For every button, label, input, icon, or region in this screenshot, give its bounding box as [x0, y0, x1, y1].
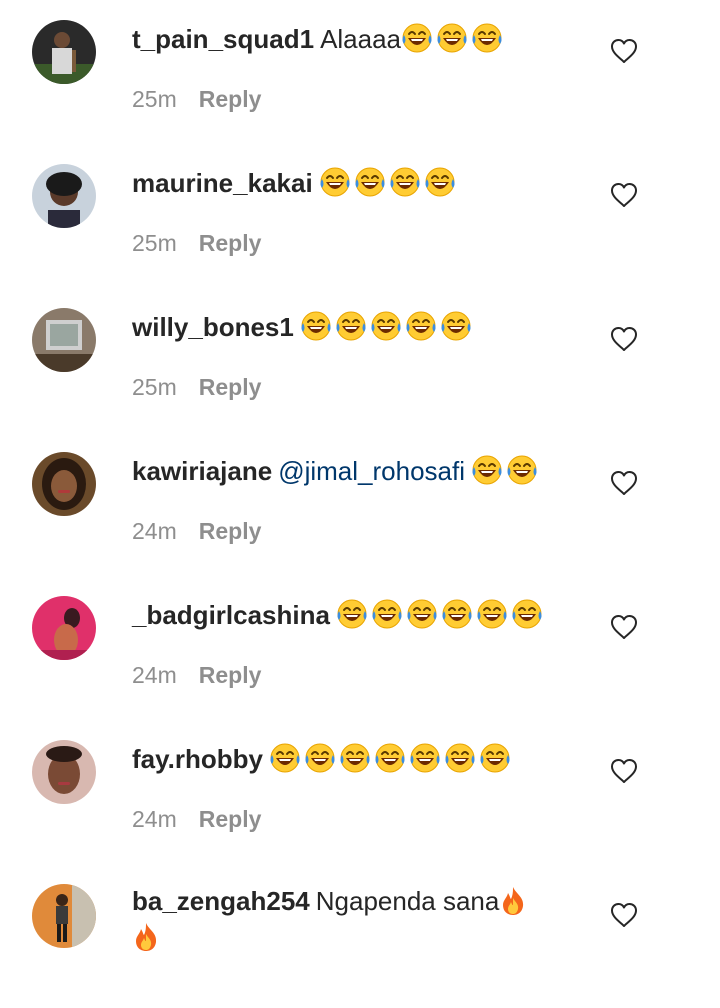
heart-outline-icon[interactable]	[610, 38, 638, 64]
reply-button[interactable]: Reply	[199, 806, 262, 832]
comment-line: maurine_kakai	[132, 166, 590, 199]
laugh-emoji-icon	[339, 742, 371, 774]
comment-meta: 24m Reply	[132, 518, 261, 545]
username[interactable]: ba_zengah254	[132, 886, 310, 916]
username[interactable]: maurine_kakai	[132, 168, 313, 198]
username[interactable]: willy_bones1	[132, 312, 294, 342]
avatar[interactable]	[32, 164, 96, 228]
laugh-emoji-icon	[405, 310, 437, 342]
laugh-emoji-icon	[370, 310, 402, 342]
avatar[interactable]	[32, 452, 96, 516]
reply-button[interactable]: Reply	[199, 662, 262, 688]
comment-line: kawiriajane @jimal_rohosafi	[132, 454, 590, 487]
comment-line-continued	[132, 922, 160, 952]
comment-line: fay.rhobby	[132, 742, 590, 775]
laugh-emoji-icon	[444, 742, 476, 774]
comment-meta: 24m Reply	[132, 806, 261, 833]
laugh-emoji-icon	[389, 166, 421, 198]
fire-emoji-icon	[499, 886, 527, 916]
laugh-emoji-icon	[336, 598, 368, 630]
laugh-emoji-icon	[354, 166, 386, 198]
comment-item: t_pain_squad1 Alaaaa 25m Reply	[0, 0, 720, 144]
timestamp: 25m	[132, 230, 177, 256]
timestamp: 24m	[132, 662, 177, 688]
comment-item: fay.rhobby 24m Reply	[0, 720, 720, 864]
comment-text: Ngapenda sana	[315, 886, 500, 916]
laugh-emoji-icon	[335, 310, 367, 342]
avatar[interactable]	[32, 20, 96, 84]
username[interactable]: kawiriajane	[132, 456, 272, 486]
laugh-emoji-icon	[269, 742, 301, 774]
comment-line: _badgirlcashina	[132, 598, 590, 631]
timestamp: 25m	[132, 86, 177, 112]
heart-outline-icon[interactable]	[610, 614, 638, 640]
comment-item: willy_bones1 25m Reply	[0, 288, 720, 432]
heart-outline-icon[interactable]	[610, 326, 638, 352]
comment-line: ba_zengah254 Ngapenda sana	[132, 886, 590, 917]
laugh-emoji-icon	[479, 742, 511, 774]
reply-button[interactable]: Reply	[199, 518, 262, 544]
reply-button[interactable]: Reply	[199, 86, 262, 112]
laugh-emoji-icon	[440, 310, 472, 342]
heart-outline-icon[interactable]	[610, 902, 638, 928]
comment-item: _badgirlcashina 24m Reply	[0, 576, 720, 720]
comment-meta: 25m Reply	[132, 374, 261, 401]
heart-outline-icon[interactable]	[610, 182, 638, 208]
laugh-emoji-icon	[471, 454, 503, 486]
laugh-emoji-icon	[401, 22, 433, 54]
reply-button[interactable]: Reply	[199, 374, 262, 400]
username[interactable]: t_pain_squad1	[132, 24, 314, 54]
laugh-emoji-icon	[471, 22, 503, 54]
laugh-emoji-icon	[424, 166, 456, 198]
avatar[interactable]	[32, 308, 96, 372]
username[interactable]: fay.rhobby	[132, 744, 263, 774]
laugh-emoji-icon	[374, 742, 406, 774]
timestamp: 24m	[132, 518, 177, 544]
laugh-emoji-icon	[506, 454, 538, 486]
heart-outline-icon[interactable]	[610, 470, 638, 496]
timestamp: 24m	[132, 806, 177, 832]
reply-button[interactable]: Reply	[199, 230, 262, 256]
comment-meta: 25m Reply	[132, 230, 261, 257]
comment-meta: 24m Reply	[132, 662, 261, 689]
comment-meta: 25m Reply	[132, 86, 261, 113]
laugh-emoji-icon	[300, 310, 332, 342]
laugh-emoji-icon	[436, 22, 468, 54]
laugh-emoji-icon	[371, 598, 403, 630]
username[interactable]: _badgirlcashina	[132, 600, 330, 630]
timestamp: 25m	[132, 374, 177, 400]
laugh-emoji-icon	[441, 598, 473, 630]
laugh-emoji-icon	[476, 598, 508, 630]
avatar[interactable]	[32, 884, 96, 948]
comment-item: kawiriajane @jimal_rohosafi 24m Reply	[0, 432, 720, 576]
laugh-emoji-icon	[319, 166, 351, 198]
fire-emoji-icon	[132, 922, 160, 952]
laugh-emoji-icon	[409, 742, 441, 774]
comment-line: willy_bones1	[132, 310, 590, 343]
heart-outline-icon[interactable]	[610, 758, 638, 784]
laugh-emoji-icon	[406, 598, 438, 630]
comment-line: t_pain_squad1 Alaaaa	[132, 22, 590, 55]
avatar[interactable]	[32, 740, 96, 804]
mention-link[interactable]: @jimal_rohosafi	[278, 456, 465, 486]
comment-text: Alaaaa	[320, 24, 402, 54]
avatar[interactable]	[32, 596, 96, 660]
comment-item: maurine_kakai 25m Reply	[0, 144, 720, 288]
laugh-emoji-icon	[304, 742, 336, 774]
laugh-emoji-icon	[511, 598, 543, 630]
comment-item: ba_zengah254 Ngapenda sana	[0, 864, 720, 1008]
